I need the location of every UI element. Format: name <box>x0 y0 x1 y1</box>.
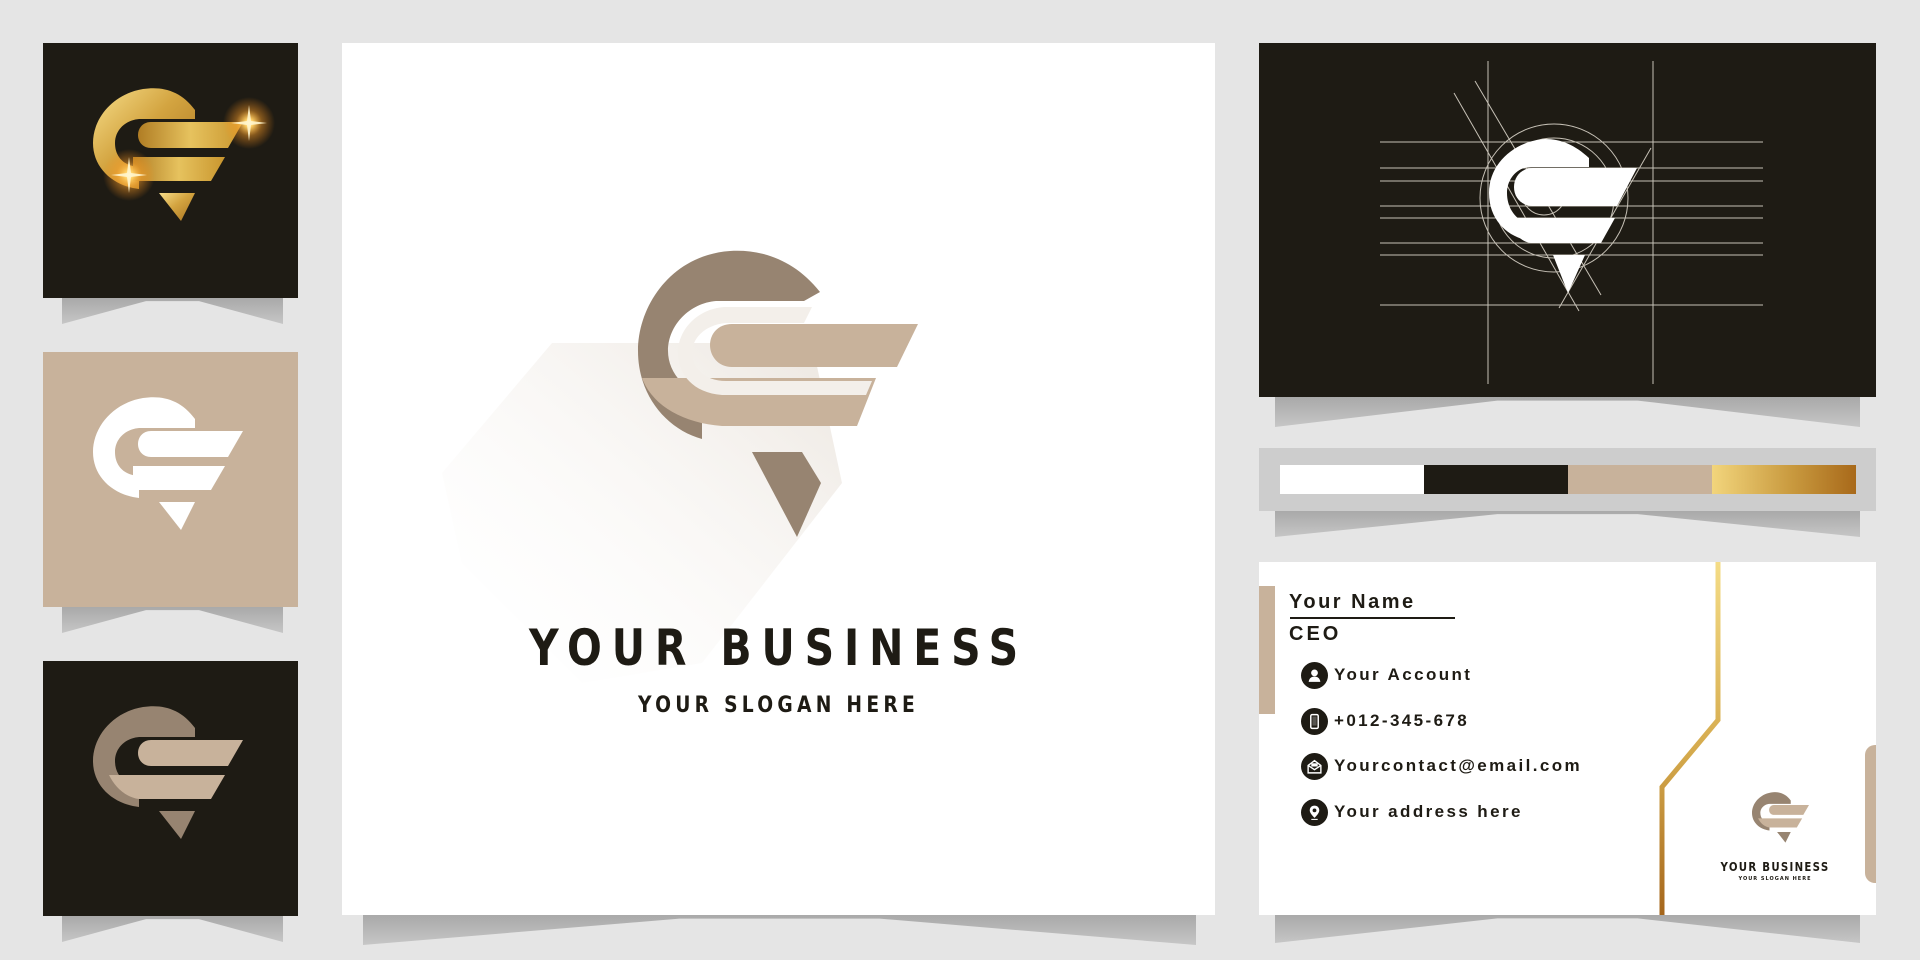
name-underline <box>1290 617 1455 619</box>
card-shadow <box>1275 397 1860 427</box>
swatch-white <box>1280 465 1424 494</box>
user-icon <box>1301 661 1328 689</box>
tan-accent-bar <box>1259 586 1275 714</box>
swatch-tan <box>1568 465 1712 494</box>
email-icon <box>1301 752 1328 780</box>
contact-row-account: Your Account <box>1301 661 1472 689</box>
white-logo-mark <box>93 397 243 530</box>
card-business-name: YOUR BUSINESS <box>1720 860 1830 874</box>
card-business-slogan: YOUR SLOGAN HERE <box>1738 876 1812 882</box>
main-logo-mark <box>442 250 918 683</box>
card-person-title: CEO <box>1289 623 1342 645</box>
tile-shadow <box>62 298 283 324</box>
tile-shadow <box>62 607 283 633</box>
contact-row-email: Yourcontact@email.com <box>1301 752 1582 780</box>
panel-shadow <box>363 915 1196 945</box>
contact-text: +012-345-678 <box>1334 711 1470 730</box>
tan-accent-pill <box>1865 745 1876 883</box>
tile-shadow <box>62 916 283 942</box>
contact-text: Your address here <box>1334 802 1523 821</box>
color-palette <box>1259 448 1876 511</box>
contact-row-address: Your address here <box>1301 798 1523 826</box>
palette-shadow <box>1275 511 1860 537</box>
contact-text: Yourcontact@email.com <box>1334 756 1583 775</box>
contact-row-phone: +012-345-678 <box>1301 707 1469 735</box>
construction-grid <box>1380 61 1763 384</box>
card-shadow <box>1275 915 1860 943</box>
gold-logo-tile <box>43 43 298 298</box>
swatch-dark <box>1424 465 1568 494</box>
tan-logo-tile <box>43 661 298 916</box>
contact-text: Your Account <box>1334 665 1473 684</box>
swatch-gold <box>1712 465 1856 494</box>
card-person-name: Your Name <box>1289 591 1416 613</box>
business-card: Your Name CEO Your Account +012-345-678 … <box>1259 562 1876 915</box>
tan-logo-mark <box>93 706 243 839</box>
white-logo-tile <box>43 352 298 607</box>
construction-grid-card <box>1259 43 1876 397</box>
phone-icon <box>1301 707 1328 735</box>
business-name: YOUR BUSINESS <box>528 619 1028 677</box>
card-logo-mark <box>1752 792 1809 843</box>
main-logo-panel: YOUR BUSINESS YOUR SLOGAN HERE <box>342 43 1215 915</box>
location-icon <box>1301 798 1328 826</box>
business-slogan: YOUR SLOGAN HERE <box>637 693 920 718</box>
gold-logo-mark <box>93 88 275 221</box>
